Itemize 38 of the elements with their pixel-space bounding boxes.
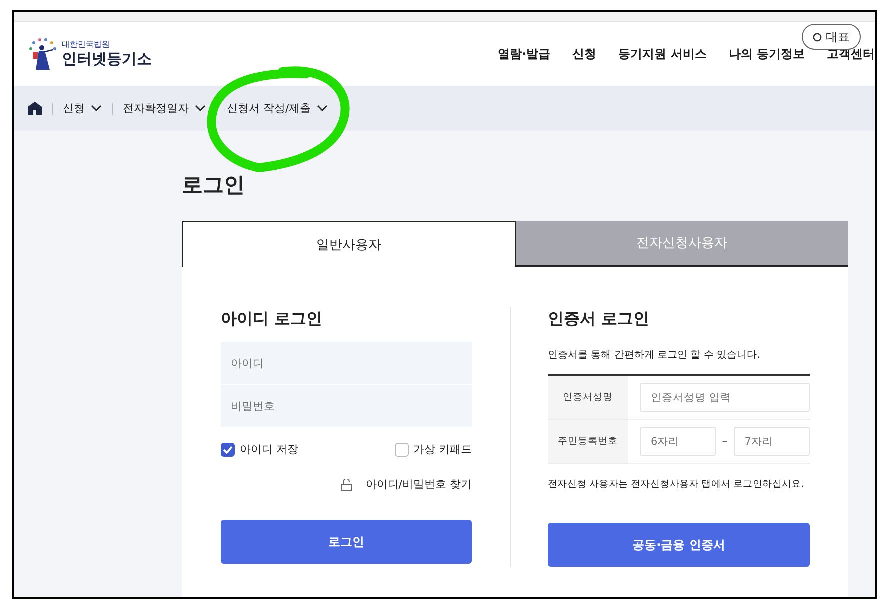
certificate-button[interactable]: 공동·금융 인증서: [548, 523, 810, 567]
row-label: 주민등록번호: [548, 420, 628, 463]
checkbox-label: 가상 키패드: [414, 442, 472, 457]
note: 전자신청 사용자는 전자신청사용자 탭에서 로그인하십시요.: [548, 478, 806, 491]
checkbox-label: 아이디 저장: [240, 442, 298, 457]
logo-subtitle: 대한민국법원: [62, 39, 111, 50]
checkbox[interactable]: [394, 442, 408, 456]
checkbox[interactable]: [221, 442, 235, 456]
rep-button[interactable]: 대표: [802, 24, 861, 50]
breadcrumb-item[interactable]: 신청서 작성/제출: [227, 101, 328, 116]
dash: –: [722, 435, 728, 448]
nav-link[interactable]: 나의 등기정보: [728, 46, 805, 62]
section-title: 인증서 로그인: [548, 309, 651, 330]
nav-link[interactable]: 신청: [572, 46, 597, 62]
chevron-down-icon: [91, 105, 102, 112]
home-icon[interactable]: [28, 102, 42, 115]
input-field[interactable]: 인증서성명 입력: [640, 383, 810, 412]
find-link[interactable]: 아이디/비밀번호 찾기: [366, 477, 472, 492]
input-field[interactable]: 6자리: [640, 427, 716, 456]
row-label: 인증서성명: [548, 376, 628, 419]
section-title: 아이디 로그인: [221, 309, 324, 330]
breadcrumb-item[interactable]: 전자확정일자: [123, 101, 206, 116]
input-field[interactable]: 비밀번호: [221, 385, 472, 427]
lock-icon: [340, 478, 352, 490]
chevron-down-icon: [317, 105, 328, 112]
nav-link[interactable]: 열람·발급: [498, 46, 551, 62]
breadcrumb-item[interactable]: 신청: [63, 101, 102, 116]
nav-link[interactable]: 등기지원 서비스: [618, 46, 707, 62]
input-field[interactable]: 아이디: [221, 342, 472, 384]
chevron-down-icon: [195, 105, 206, 112]
input-field[interactable]: 7자리: [734, 427, 810, 456]
circle-icon: [813, 32, 822, 42]
logo-title: 인터넷등기소: [62, 50, 152, 69]
page-title: 로그인: [182, 172, 246, 199]
emblem-icon: [28, 37, 58, 71]
tab[interactable]: 일반사용자: [182, 221, 516, 267]
description: 인증서를 통해 간편하게 로그인 할 수 있습니다.: [548, 349, 762, 362]
login-button[interactable]: 로그인: [221, 520, 472, 564]
